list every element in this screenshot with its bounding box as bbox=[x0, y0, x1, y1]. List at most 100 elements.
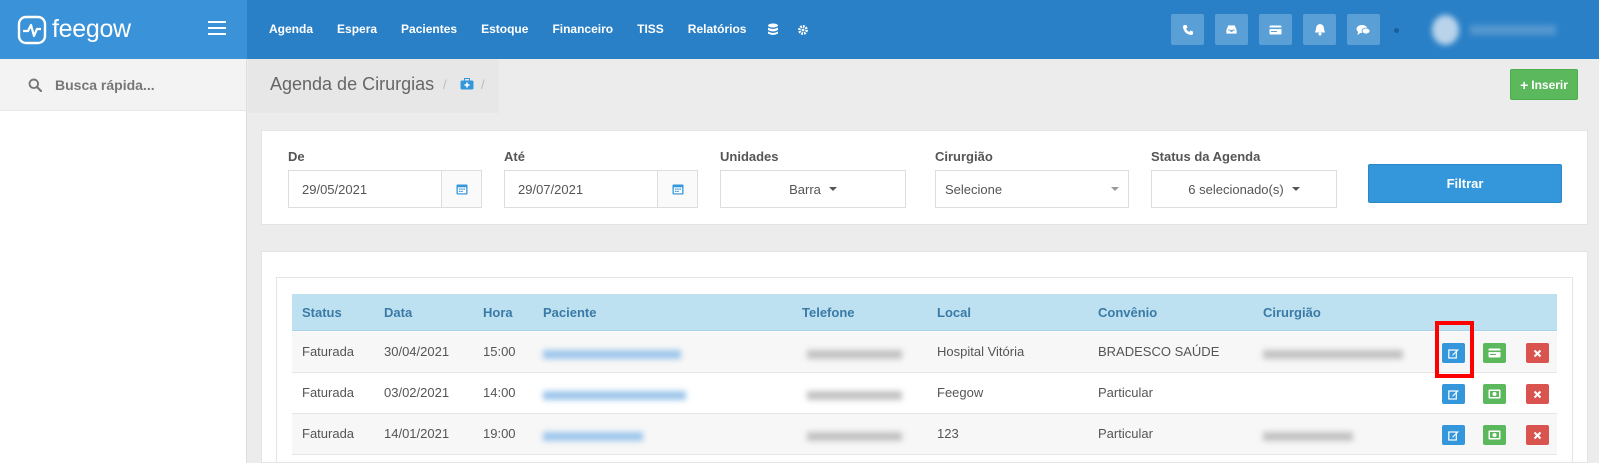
search-input[interactable]: Busca rápida... bbox=[55, 77, 155, 93]
caret-down-icon bbox=[1111, 187, 1119, 191]
delete-button[interactable] bbox=[1526, 425, 1549, 445]
to-date-field[interactable]: 29/07/2021 bbox=[504, 170, 698, 208]
from-label: De bbox=[288, 149, 305, 164]
table-row: Faturada 03/02/2021 14:00 Feegow Particu… bbox=[292, 373, 1557, 414]
row-location: 123 bbox=[937, 426, 959, 441]
edit-button[interactable] bbox=[1442, 384, 1465, 404]
payment-button[interactable] bbox=[1483, 384, 1506, 404]
database-icon[interactable] bbox=[758, 0, 788, 59]
row-time: 14:00 bbox=[483, 385, 516, 400]
caret-down-icon bbox=[1291, 187, 1300, 191]
units-value: Barra bbox=[789, 181, 821, 197]
units-label: Unidades bbox=[720, 149, 779, 164]
logo-icon bbox=[17, 15, 47, 45]
inbox-button[interactable] bbox=[1215, 14, 1248, 45]
filter-button[interactable]: Filtrar bbox=[1368, 164, 1562, 203]
calendar-icon[interactable] bbox=[441, 171, 481, 207]
surgeon-redacted bbox=[1263, 432, 1353, 441]
caret-down-icon bbox=[828, 187, 837, 191]
column-header-surgeon[interactable]: Cirurgião bbox=[1263, 294, 1321, 331]
row-status: Faturada bbox=[302, 385, 355, 400]
inbox-icon bbox=[1225, 24, 1238, 35]
cash-icon bbox=[1488, 430, 1501, 440]
phone-button[interactable] bbox=[1171, 14, 1204, 45]
table-row: Faturada 14/01/2021 19:00 123 Particular bbox=[292, 414, 1557, 455]
gear-icon[interactable] bbox=[788, 0, 818, 59]
edit-button[interactable] bbox=[1442, 425, 1465, 445]
phone-icon bbox=[1182, 24, 1193, 35]
search-icon bbox=[28, 78, 42, 92]
surgeon-value: Selecione bbox=[945, 181, 1003, 197]
brand-area: feegow bbox=[0, 0, 247, 59]
patient-link-redacted[interactable] bbox=[543, 391, 686, 400]
payment-button[interactable] bbox=[1483, 343, 1506, 363]
row-insurance: Particular bbox=[1098, 426, 1153, 441]
column-header-phone[interactable]: Telefone bbox=[802, 294, 855, 331]
highlight-box bbox=[1435, 321, 1474, 378]
patient-link-redacted[interactable] bbox=[543, 350, 681, 359]
row-date: 03/02/2021 bbox=[384, 385, 450, 400]
edit-icon bbox=[1448, 430, 1459, 441]
delete-button[interactable] bbox=[1526, 384, 1549, 404]
row-insurance: Particular bbox=[1098, 385, 1153, 400]
column-header-location[interactable]: Local bbox=[937, 294, 971, 331]
menu-toggle-icon[interactable] bbox=[208, 21, 226, 37]
payment-button[interactable] bbox=[1483, 425, 1506, 445]
row-status: Faturada bbox=[302, 426, 355, 441]
nav-pacientes[interactable]: Pacientes bbox=[389, 0, 469, 59]
from-date-field[interactable]: 29/05/2021 bbox=[288, 170, 482, 208]
user-name-redacted[interactable] bbox=[1470, 25, 1556, 35]
column-header-date[interactable]: Data bbox=[384, 294, 412, 331]
nav-relatorios[interactable]: Relatórios bbox=[676, 0, 759, 59]
nav-espera[interactable]: Espera bbox=[325, 0, 389, 59]
row-location: Hospital Vitória bbox=[937, 344, 1025, 359]
card-icon bbox=[1269, 25, 1282, 34]
nav-financeiro[interactable]: Financeiro bbox=[540, 0, 625, 59]
row-date: 14/01/2021 bbox=[384, 426, 450, 441]
top-navbar: feegow Agenda Espera Pacientes Estoque F… bbox=[0, 0, 1599, 59]
column-header-time[interactable]: Hora bbox=[483, 294, 513, 331]
medkit-icon[interactable] bbox=[460, 78, 474, 90]
nav-tiss[interactable]: TISS bbox=[625, 0, 676, 59]
status-select[interactable]: 6 selecionado(s) bbox=[1151, 170, 1337, 208]
breadcrumb-separator: / bbox=[443, 77, 447, 92]
surgeon-select[interactable]: Selecione bbox=[935, 170, 1129, 208]
close-icon bbox=[1533, 431, 1542, 439]
to-date-value[interactable]: 29/07/2021 bbox=[505, 182, 657, 197]
from-date-value[interactable]: 29/05/2021 bbox=[289, 182, 441, 197]
card-icon bbox=[1488, 348, 1501, 358]
plus-icon: + bbox=[1520, 76, 1529, 93]
calendar-icon[interactable] bbox=[657, 171, 697, 207]
close-icon bbox=[1533, 349, 1542, 357]
quick-search[interactable]: Busca rápida... bbox=[0, 59, 246, 111]
units-select[interactable]: Barra bbox=[720, 170, 906, 208]
table-row: Faturada 30/04/2021 15:00 Hospital Vitór… bbox=[292, 332, 1557, 373]
status-label: Status da Agenda bbox=[1151, 149, 1261, 164]
column-header-patient[interactable]: Paciente bbox=[543, 294, 596, 331]
chat-button[interactable] bbox=[1347, 14, 1380, 45]
row-time: 15:00 bbox=[483, 344, 516, 359]
brand-name[interactable]: feegow bbox=[52, 15, 131, 44]
insert-label: Inserir bbox=[1531, 77, 1568, 92]
row-status: Faturada bbox=[302, 344, 355, 359]
to-label: Até bbox=[504, 149, 525, 164]
row-insurance: BRADESCO SAÚDE bbox=[1098, 344, 1220, 359]
bell-icon bbox=[1314, 24, 1325, 36]
phone-redacted bbox=[807, 350, 902, 359]
status-dot bbox=[1394, 28, 1399, 33]
sidebar: Busca rápida... bbox=[0, 59, 247, 463]
column-header-status[interactable]: Status bbox=[302, 294, 342, 331]
insert-button[interactable]: + Inserir bbox=[1510, 69, 1578, 100]
column-header-insurance[interactable]: Convênio bbox=[1098, 294, 1157, 331]
notifications-button[interactable] bbox=[1303, 14, 1336, 45]
nav-estoque[interactable]: Estoque bbox=[469, 0, 540, 59]
avatar[interactable] bbox=[1432, 15, 1459, 45]
row-date: 30/04/2021 bbox=[384, 344, 450, 359]
phone-redacted bbox=[807, 432, 902, 441]
close-icon bbox=[1533, 390, 1542, 398]
card-button[interactable] bbox=[1259, 14, 1292, 45]
nav-agenda[interactable]: Agenda bbox=[257, 0, 325, 59]
patient-link-redacted[interactable] bbox=[543, 432, 643, 441]
delete-button[interactable] bbox=[1526, 343, 1549, 363]
edit-icon bbox=[1448, 389, 1459, 400]
